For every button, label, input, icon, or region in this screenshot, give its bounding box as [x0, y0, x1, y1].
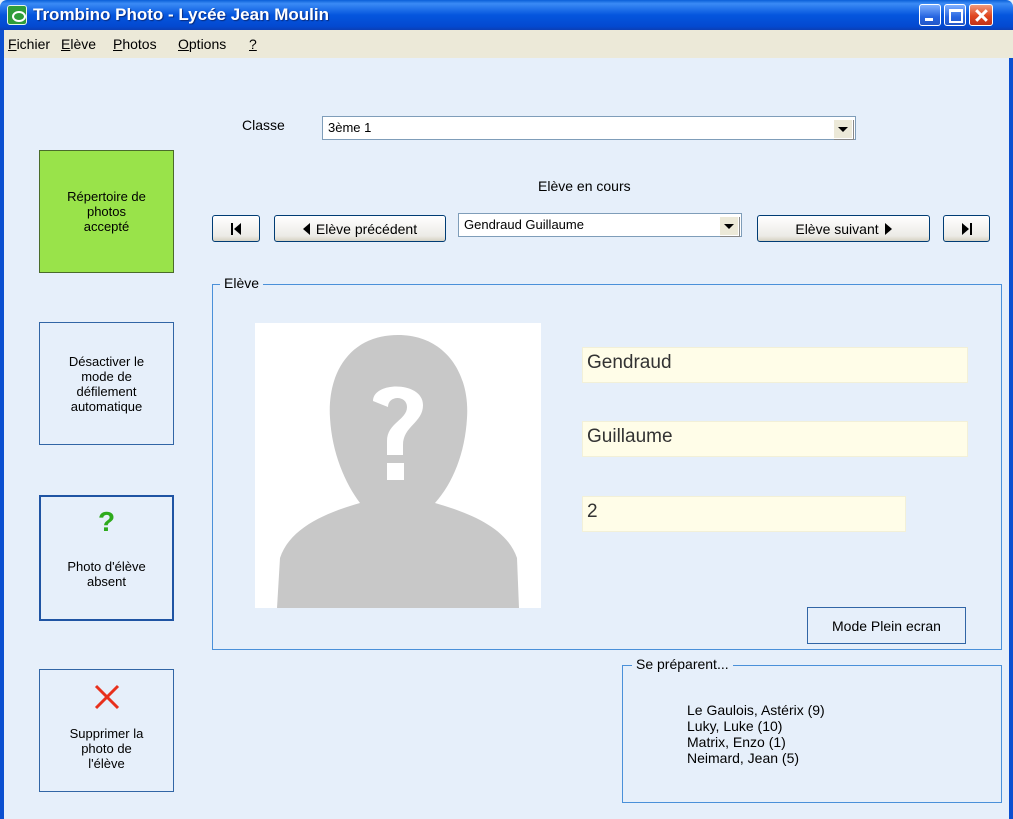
preparing-list: Le Gaulois, Astérix (9) Luky, Luke (10) …: [687, 702, 825, 766]
disable-auto-scroll-button[interactable]: Désactiver le mode de défilement automat…: [39, 322, 174, 445]
list-item: Luky, Luke (10): [687, 718, 783, 734]
last-icon: [961, 222, 969, 235]
first-icon: [234, 222, 241, 235]
delete-x-icon: [94, 684, 119, 710]
menu-fichier[interactable]: Fichier: [8, 36, 50, 52]
next-icon: [884, 222, 892, 235]
window-frame-right: [1009, 58, 1013, 819]
next-student-label: Elève suivant: [795, 220, 879, 237]
student-groupbox-title: Elève: [220, 275, 264, 291]
menu-photos[interactable]: Photos: [113, 36, 157, 52]
desactiver-line-2: mode de: [81, 368, 132, 384]
next-student-button[interactable]: Elève suivant: [757, 215, 930, 242]
menu-options[interactable]: Options: [178, 36, 226, 52]
window-title: Trombino Photo - Lycée Jean Moulin: [33, 5, 329, 24]
unknown-person-icon: [277, 335, 519, 608]
desactiver-line-4: automatique: [70, 398, 143, 414]
classe-dropdown[interactable]: 3ème 1: [322, 116, 856, 140]
repertoire-line-1: Répertoire de: [67, 189, 146, 204]
classe-label: Classe: [242, 117, 285, 133]
close-button[interactable]: [969, 4, 993, 26]
absent-line-1: Photo d'élève: [67, 559, 146, 574]
last-name-field[interactable]: Gendraud: [582, 347, 968, 383]
chevron-down-icon[interactable]: [833, 119, 853, 139]
student-photo[interactable]: [255, 323, 541, 608]
menu-help[interactable]: ?: [249, 36, 257, 52]
repertoire-line-3: accepté: [83, 219, 130, 234]
desactiver-line-3: défilement: [76, 383, 137, 399]
maximize-button[interactable]: [944, 4, 966, 26]
list-item: Le Gaulois, Astérix (9): [687, 702, 825, 718]
supprimer-line-2: photo de: [81, 741, 132, 756]
menu-bar: Fichier Elève Photos Options ?: [0, 30, 1013, 58]
accepted-photos-folder-button[interactable]: Répertoire de photos accepté: [39, 150, 174, 273]
absent-student-photo-button[interactable]: ? Photo d'élève absent: [39, 495, 174, 621]
number-field[interactable]: 2: [582, 496, 906, 532]
supprimer-line-3: l'élève: [88, 756, 125, 771]
delete-student-photo-button[interactable]: Supprimer la photo de l'élève: [39, 669, 174, 792]
previous-student-label: Elève précédent: [315, 220, 418, 237]
first-student-button[interactable]: [212, 215, 260, 242]
repertoire-line-2: photos: [86, 204, 127, 219]
last-icon-bar: [969, 222, 972, 235]
menu-eleve[interactable]: Elève: [61, 36, 96, 52]
list-item: Neimard, Jean (5): [687, 750, 800, 766]
minimize-button[interactable]: [919, 4, 941, 26]
previous-student-button[interactable]: Elève précédent: [274, 215, 446, 242]
app-icon[interactable]: [7, 5, 27, 25]
chevron-down-icon[interactable]: [719, 216, 739, 236]
first-name-field[interactable]: Guillaume: [582, 421, 968, 457]
fullscreen-mode-label: Mode Plein ecran: [832, 617, 941, 634]
classe-value: 3ème 1: [328, 120, 372, 135]
list-item: Matrix, Enzo (1): [687, 734, 786, 750]
current-student-value: Gendraud Guillaume: [464, 217, 584, 232]
last-student-button[interactable]: [943, 215, 990, 242]
current-student-dropdown[interactable]: Gendraud Guillaume: [458, 213, 742, 237]
previous-icon: [302, 222, 310, 235]
first-icon-bar: [231, 222, 233, 235]
supprimer-line-1: Supprimer la: [69, 726, 144, 741]
question-mark-icon: ?: [97, 506, 116, 537]
desactiver-line-1: Désactiver le: [68, 353, 145, 369]
window-frame-left: [0, 58, 4, 819]
fullscreen-mode-button[interactable]: Mode Plein ecran: [807, 607, 966, 644]
preparing-groupbox-title: Se préparent...: [632, 656, 733, 672]
current-student-heading: Elève en cours: [538, 178, 631, 194]
absent-line-2: absent: [86, 574, 127, 589]
